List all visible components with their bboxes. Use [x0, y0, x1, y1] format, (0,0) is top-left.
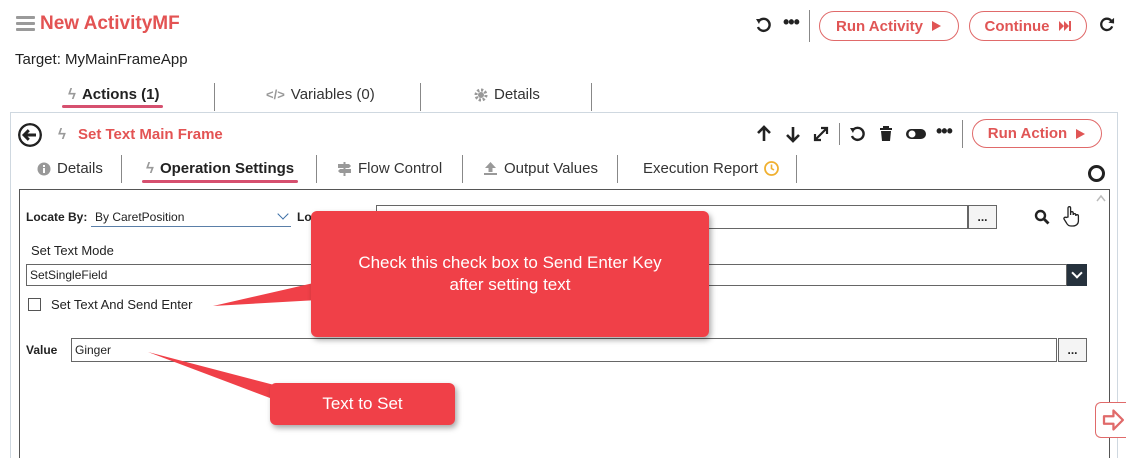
bolt-icon: ϟ: [68, 86, 76, 103]
upload-icon: [484, 162, 497, 175]
code-icon: </>: [266, 87, 285, 102]
locate-by-select[interactable]: By CaretPosition: [91, 208, 291, 227]
tab-execution-report-label: Execution Report: [643, 160, 759, 177]
action-more-options-button[interactable]: •••: [936, 121, 953, 142]
toolbar-divider: [962, 120, 963, 148]
tab-operation-settings-label: Operation Settings: [159, 160, 295, 177]
value-input[interactable]: Ginger: [71, 338, 1057, 362]
tab-output-values-label: Output Values: [504, 160, 598, 177]
play-icon: [1076, 128, 1086, 139]
header-divider: [809, 10, 810, 42]
run-action-button[interactable]: Run Action: [972, 119, 1102, 148]
tab-divider: [121, 155, 122, 183]
move-up-icon[interactable]: [755, 125, 773, 143]
value-callout: Text to Set: [270, 383, 455, 425]
tab-divider: [796, 155, 797, 183]
locate-by-label: Locate By:: [26, 210, 88, 224]
side-panel-arrow-icon[interactable]: [1095, 402, 1126, 438]
send-enter-checkbox[interactable]: [28, 298, 41, 311]
tab-output-values[interactable]: Output Values: [483, 160, 598, 177]
continue-button[interactable]: Continue: [969, 11, 1087, 41]
tab-flow-control[interactable]: Flow Control: [337, 160, 442, 177]
tab-execution-report[interactable]: Execution Report: [643, 160, 779, 177]
tab-divider: [214, 83, 215, 111]
bolt-icon: ϟ: [58, 126, 66, 143]
trash-icon[interactable]: [877, 125, 895, 143]
tab-variables-label: Variables (0): [290, 86, 375, 103]
tab-divider: [617, 155, 618, 183]
undo-icon[interactable]: [849, 125, 867, 143]
tab-details[interactable]: Details: [474, 86, 540, 103]
continue-label: Continue: [984, 17, 1050, 35]
tab-divider: [462, 155, 463, 183]
toolbar-divider: [839, 123, 840, 145]
chevron-down-icon: [277, 208, 289, 220]
tab-actions-label: Actions (1): [81, 86, 160, 103]
tab-divider: [316, 155, 317, 183]
value-label: Value: [26, 343, 58, 357]
gear-icon: [474, 88, 488, 101]
locate-value-label: Lo: [297, 210, 312, 224]
tab-divider: [420, 83, 421, 111]
run-activity-button[interactable]: Run Activity: [819, 11, 959, 41]
tab-variables[interactable]: </> Variables (0): [266, 86, 375, 103]
set-text-mode-label: Set Text Mode: [31, 243, 114, 258]
tab-actions[interactable]: ϟ Actions (1): [61, 86, 164, 108]
tab-operation-settings[interactable]: ϟ Operation Settings: [141, 160, 299, 183]
scroll-up-icon[interactable]: [1096, 194, 1106, 202]
tab-divider: [591, 83, 592, 111]
search-icon[interactable]: [1034, 209, 1050, 225]
set-text-mode-dropdown-button[interactable]: [1067, 264, 1087, 286]
play-icon: [931, 21, 941, 31]
info-icon: [37, 162, 51, 175]
bolt-icon: ϟ: [146, 160, 154, 177]
tab-details-label: Details: [494, 86, 540, 103]
more-options-button[interactable]: •••: [783, 12, 800, 33]
refresh-icon[interactable]: [1098, 16, 1115, 33]
hand-pointer-icon[interactable]: [1062, 205, 1080, 227]
locate-by-value: By CaretPosition: [95, 210, 185, 224]
fast-forward-icon: [1058, 21, 1071, 31]
signpost-icon: [338, 162, 351, 176]
undo-icon[interactable]: [755, 16, 773, 34]
tab-action-details-label: Details: [57, 160, 103, 177]
run-activity-label: Run Activity: [836, 17, 923, 35]
move-down-icon[interactable]: [784, 125, 802, 143]
back-arrow-icon[interactable]: [18, 123, 42, 147]
send-enter-label: Set Text And Send Enter: [51, 297, 193, 312]
send-enter-callout: Check this check box to Send Enter Key a…: [311, 211, 709, 337]
clock-icon: [764, 161, 779, 176]
run-action-label: Run Action: [987, 125, 1068, 142]
locate-value-browse-button[interactable]: ...: [968, 205, 997, 229]
help-lifebuoy-icon[interactable]: [1088, 165, 1105, 182]
expand-icon[interactable]: [812, 125, 830, 143]
hamburger-menu-icon[interactable]: [16, 16, 35, 31]
tab-action-details[interactable]: Details: [37, 160, 103, 177]
value-browse-button[interactable]: ...: [1058, 338, 1087, 362]
activity-title: New ActivityMF: [40, 13, 180, 34]
toggle-icon[interactable]: [905, 125, 927, 143]
target-application-label: Target: MyMainFrameApp: [15, 51, 188, 68]
action-title: Set Text Main Frame: [78, 126, 223, 143]
tab-flow-control-label: Flow Control: [358, 160, 443, 177]
